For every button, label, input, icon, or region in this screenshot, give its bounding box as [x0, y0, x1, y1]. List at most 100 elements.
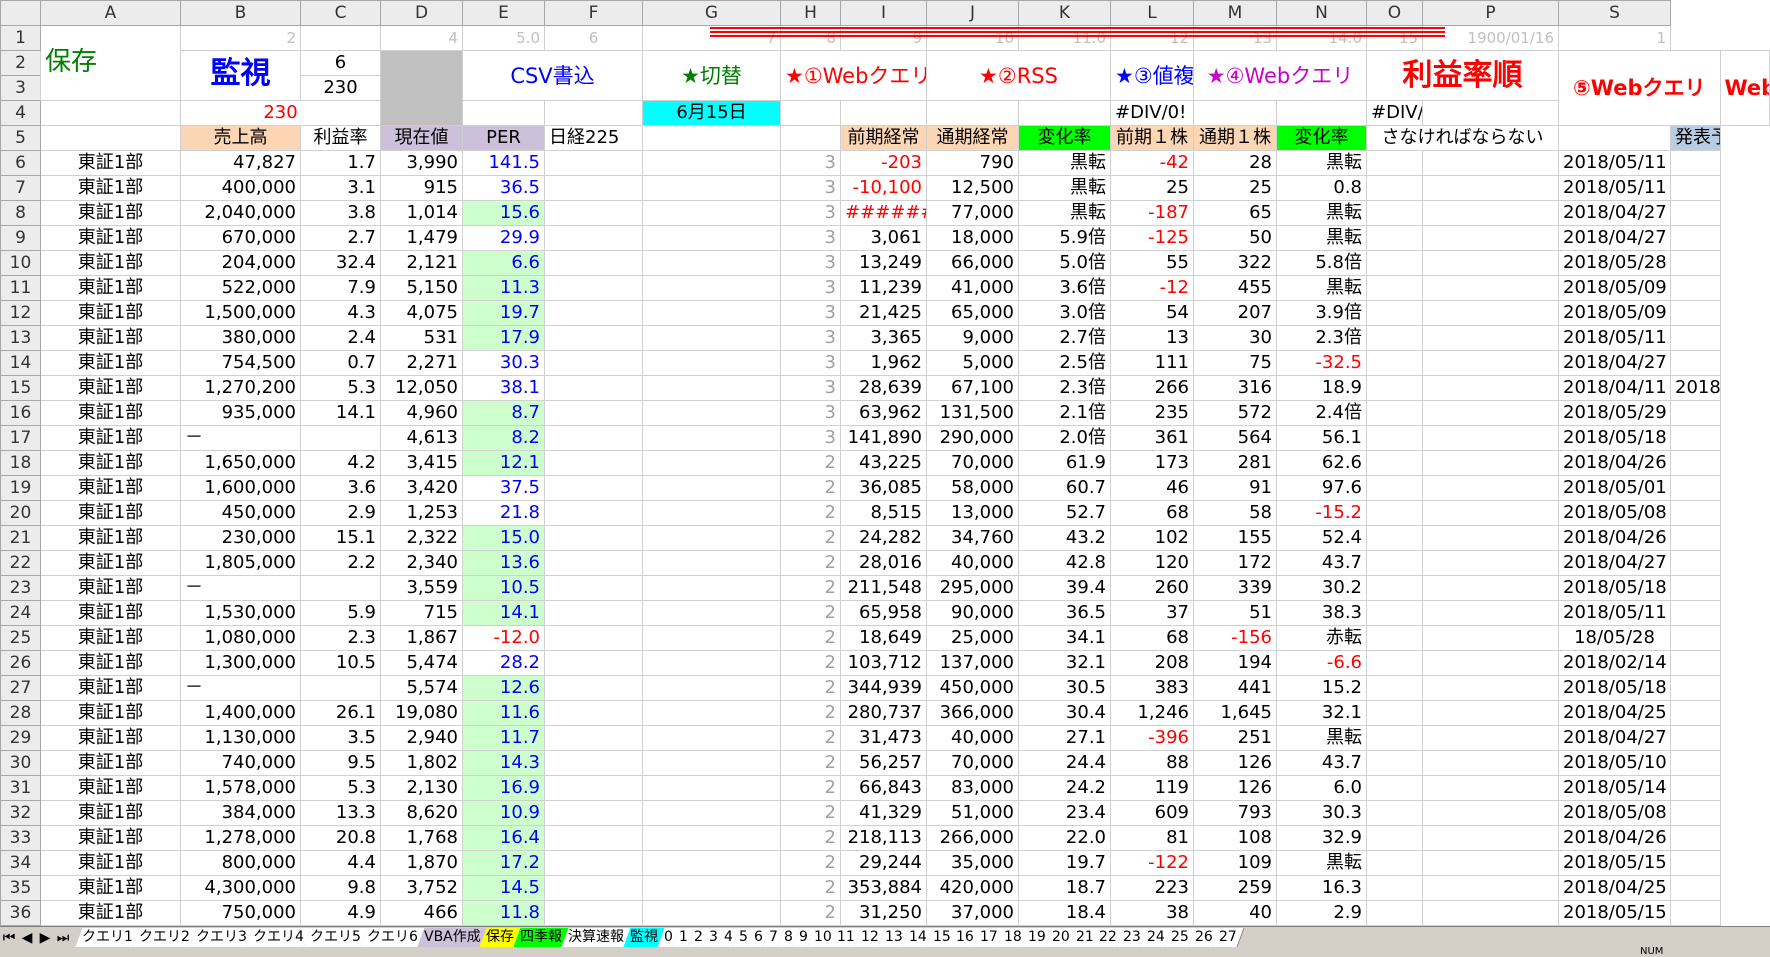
- cell[interactable]: [642, 875, 781, 901]
- cell[interactable]: 5,474: [380, 650, 463, 676]
- cell[interactable]: 2: [780, 775, 841, 801]
- row-header[interactable]: 14: [0, 350, 41, 376]
- cell[interactable]: [1422, 750, 1559, 776]
- cell[interactable]: [1422, 825, 1559, 851]
- cell[interactable]: [544, 400, 643, 426]
- cell[interactable]: 赤転: [1276, 625, 1367, 651]
- cell[interactable]: [300, 25, 381, 51]
- cell[interactable]: 3,559: [380, 575, 463, 601]
- cell[interactable]: 黒転: [1276, 225, 1367, 251]
- cell[interactable]: 32.1: [1018, 650, 1111, 676]
- next-sheet-icon[interactable]: ▶: [36, 930, 54, 946]
- cell[interactable]: 10.9: [462, 800, 545, 826]
- cell[interactable]: 18.9: [1276, 375, 1367, 401]
- cell[interactable]: [1422, 875, 1559, 901]
- cell[interactable]: [642, 475, 781, 501]
- cell[interactable]: 38: [1110, 900, 1194, 926]
- cell[interactable]: [1422, 775, 1559, 801]
- cell[interactable]: 2: [780, 650, 841, 676]
- cell[interactable]: 70,000: [926, 450, 1019, 476]
- cell[interactable]: 322: [1193, 250, 1277, 276]
- cell[interactable]: [544, 525, 643, 551]
- cell[interactable]: [544, 675, 643, 701]
- cell[interactable]: [1670, 825, 1721, 851]
- cell[interactable]: [1670, 300, 1721, 326]
- cell[interactable]: 16.3: [1276, 875, 1367, 901]
- cell[interactable]: 30: [1193, 325, 1277, 351]
- cell[interactable]: 12.6: [462, 675, 545, 701]
- cell[interactable]: 40: [1193, 900, 1277, 926]
- cell[interactable]: 3: [780, 275, 841, 301]
- cell[interactable]: 8.2: [462, 425, 545, 451]
- cell[interactable]: 2.3倍: [1276, 325, 1367, 351]
- row-header[interactable]: 11: [0, 275, 41, 301]
- cell[interactable]: 441: [1193, 675, 1277, 701]
- cell[interactable]: [1422, 225, 1559, 251]
- cell[interactable]: #DIV/0!: [1110, 100, 1194, 126]
- row-header[interactable]: 15: [0, 375, 41, 401]
- cell[interactable]: 2: [780, 575, 841, 601]
- cell[interactable]: [544, 450, 643, 476]
- cell[interactable]: [1670, 725, 1721, 751]
- cell[interactable]: 211,548: [840, 575, 927, 601]
- cell[interactable]: [642, 850, 781, 876]
- cell[interactable]: 3,061: [840, 225, 927, 251]
- cell[interactable]: 380,000: [180, 325, 301, 351]
- cell[interactable]: 9,000: [926, 325, 1019, 351]
- cell[interactable]: 18.4: [1018, 900, 1111, 926]
- cell[interactable]: 2018/05/11: [1558, 175, 1671, 201]
- cell[interactable]: 東証1部: [40, 875, 181, 901]
- cell[interactable]: [1366, 150, 1423, 176]
- cell[interactable]: 東証1部: [40, 325, 181, 351]
- cell[interactable]: 東証1部: [40, 600, 181, 626]
- cell[interactable]: 28: [1193, 150, 1277, 176]
- cell[interactable]: 2018/05/11: [1558, 325, 1671, 351]
- cell[interactable]: [642, 150, 781, 176]
- cell[interactable]: 21.8: [462, 500, 545, 526]
- cell[interactable]: 24.2: [1018, 775, 1111, 801]
- cell[interactable]: 3: [780, 425, 841, 451]
- cell[interactable]: 65,000: [926, 300, 1019, 326]
- cell[interactable]: 1,400,000: [180, 700, 301, 726]
- cell[interactable]: 29.9: [462, 225, 545, 251]
- cell[interactable]: [1670, 450, 1721, 476]
- cell[interactable]: 1,253: [380, 500, 463, 526]
- cell[interactable]: 1,130,000: [180, 725, 301, 751]
- sheet-tab[interactable]: 決算速報: [561, 928, 632, 947]
- cell[interactable]: [642, 225, 781, 251]
- row-header[interactable]: 1: [0, 25, 41, 51]
- header-note[interactable]: さなければならない: [1366, 125, 1559, 151]
- cell[interactable]: 384,000: [180, 800, 301, 826]
- cell[interactable]: [1366, 650, 1423, 676]
- header-per[interactable]: PER: [462, 125, 545, 151]
- cell[interactable]: 15.2: [1276, 675, 1367, 701]
- cell[interactable]: [40, 125, 181, 151]
- cell[interactable]: 5.0倍: [1018, 250, 1111, 276]
- cell[interactable]: 37,000: [926, 900, 1019, 926]
- cell[interactable]: 11.8: [462, 900, 545, 926]
- cell[interactable]: [1422, 350, 1559, 376]
- cell[interactable]: [1670, 200, 1721, 226]
- cell[interactable]: [380, 50, 463, 126]
- sheet-tab[interactable]: クエリ3: [189, 928, 255, 947]
- cell[interactable]: 31,250: [840, 900, 927, 926]
- cell[interactable]: 2: [780, 825, 841, 851]
- cell[interactable]: 2.4: [300, 325, 381, 351]
- cell[interactable]: 230: [300, 75, 381, 101]
- row-header[interactable]: 9: [0, 225, 41, 251]
- cell[interactable]: [1670, 350, 1721, 376]
- cell[interactable]: 522,000: [180, 275, 301, 301]
- cell[interactable]: 281: [1193, 450, 1277, 476]
- cell[interactable]: [642, 450, 781, 476]
- cell[interactable]: 東証1部: [40, 675, 181, 701]
- web-query-4-button[interactable]: ★④Webクエリ: [1193, 50, 1367, 101]
- cell[interactable]: 450,000: [180, 500, 301, 526]
- cell[interactable]: [1366, 825, 1423, 851]
- header-profit-rate[interactable]: 利益率: [300, 125, 381, 151]
- cell[interactable]: 14.1: [300, 400, 381, 426]
- cell[interactable]: 46: [1110, 475, 1194, 501]
- cell[interactable]: 0.7: [300, 350, 381, 376]
- cell[interactable]: [1422, 275, 1559, 301]
- row-header[interactable]: 32: [0, 800, 41, 826]
- cell[interactable]: 30.4: [1018, 700, 1111, 726]
